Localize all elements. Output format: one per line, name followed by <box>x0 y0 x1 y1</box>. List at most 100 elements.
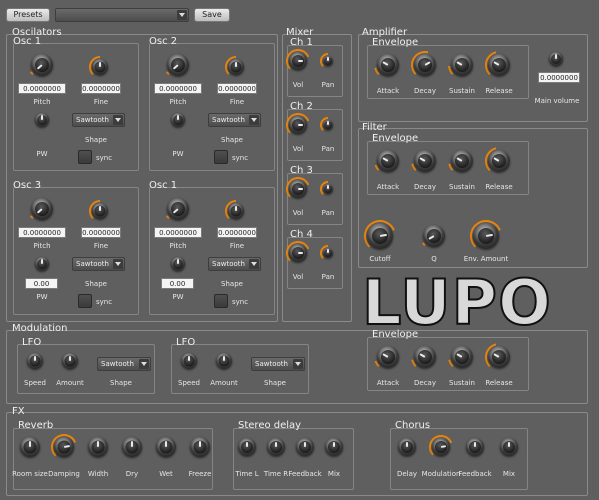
damping-knob[interactable] <box>51 434 77 460</box>
main-volume-knob[interactable] <box>546 49 566 69</box>
fine-field[interactable]: 0.0000000 <box>217 227 257 238</box>
knob-pointer <box>99 62 101 67</box>
fine-field[interactable]: 0.0000000 <box>81 83 121 94</box>
fine-knob[interactable] <box>225 200 247 222</box>
attack-knob[interactable] <box>374 51 402 79</box>
decay-knob[interactable] <box>411 343 439 371</box>
sync-checkbox[interactable] <box>214 150 228 164</box>
feedback-knob[interactable] <box>463 435 487 459</box>
lfo-title: LFO <box>176 337 196 348</box>
vol-knob[interactable] <box>286 113 310 137</box>
vol-knob[interactable] <box>286 177 310 201</box>
room-size-knob[interactable] <box>17 434 43 460</box>
release-knob[interactable] <box>485 51 513 79</box>
sustain-knob[interactable] <box>448 51 476 79</box>
lfo-shape-combo[interactable]: Sawtooth <box>251 357 305 371</box>
decay-knob[interactable] <box>411 147 439 175</box>
pitch-field[interactable]: 0.0000000 <box>18 83 66 94</box>
sustain-knob[interactable] <box>448 343 476 371</box>
mix-knob[interactable] <box>497 435 521 459</box>
decay-knob[interactable] <box>411 51 439 79</box>
preset-selector[interactable] <box>55 8 189 22</box>
q-knob[interactable] <box>420 222 448 250</box>
knob-pointer <box>235 62 237 67</box>
decay-label: Decay <box>414 379 436 387</box>
modulation-title: Modulation <box>12 323 68 334</box>
chevron-down-icon <box>293 359 303 369</box>
speed-knob[interactable] <box>24 350 46 372</box>
knob-pointer <box>41 259 43 264</box>
pitch-knob[interactable] <box>164 195 192 223</box>
cutoff-knob[interactable] <box>364 220 396 252</box>
pw-knob[interactable] <box>168 254 188 274</box>
pw-knob[interactable] <box>32 110 52 130</box>
knob-pointer <box>298 252 303 254</box>
pw-field[interactable]: 0.00 <box>161 278 194 289</box>
pitch-knob[interactable] <box>28 195 56 223</box>
pw-knob[interactable] <box>168 110 188 130</box>
shape-combo[interactable]: Sawtooth <box>72 257 125 271</box>
mix-knob[interactable] <box>322 435 346 459</box>
pitch-field[interactable]: 0.0000000 <box>18 227 66 238</box>
shape-combo[interactable]: Sawtooth <box>208 257 261 271</box>
shape-combo[interactable]: Sawtooth <box>208 113 261 127</box>
dry-knob[interactable] <box>119 434 145 460</box>
sync-checkbox[interactable] <box>78 294 92 308</box>
knob-pointer <box>333 442 335 447</box>
fine-field[interactable]: 0.0000000 <box>217 83 257 94</box>
attack-knob[interactable] <box>374 147 402 175</box>
vol-knob[interactable] <box>286 49 310 73</box>
lfo-shape-combo[interactable]: Sawtooth <box>97 357 151 371</box>
knob-pointer <box>223 356 225 361</box>
freeze-knob[interactable] <box>187 434 213 460</box>
sustain-label: Sustain <box>449 183 475 191</box>
pan-knob[interactable] <box>320 181 336 197</box>
pan-knob[interactable] <box>320 53 336 69</box>
wet-knob[interactable] <box>153 434 179 460</box>
pan-knob[interactable] <box>320 117 336 133</box>
time-r-knob[interactable] <box>264 435 288 459</box>
knob-pointer <box>69 356 71 361</box>
time-l-knob[interactable] <box>235 435 259 459</box>
release-knob[interactable] <box>485 147 513 175</box>
pan-knob[interactable] <box>320 245 336 261</box>
delay-knob[interactable] <box>395 435 419 459</box>
sync-label: sync <box>96 298 113 306</box>
env-amount-knob[interactable] <box>470 220 502 252</box>
fine-knob[interactable] <box>89 200 111 222</box>
sustain-knob[interactable] <box>448 147 476 175</box>
q-label: Q <box>431 255 437 263</box>
pitch-field[interactable]: 0.0000000 <box>154 83 202 94</box>
pitch-field[interactable]: 0.0000000 <box>154 227 202 238</box>
feedback-label: Feedback <box>458 470 492 478</box>
room-size-label: Room size <box>12 470 48 478</box>
vol-knob[interactable] <box>286 241 310 265</box>
feedback-knob[interactable] <box>293 435 317 459</box>
pan-label: Pan <box>321 273 335 281</box>
lfo-shape-label: Shape <box>264 379 286 387</box>
pitch-knob[interactable] <box>28 51 56 79</box>
fine-knob[interactable] <box>89 56 111 78</box>
fine-field[interactable]: 0.0000000 <box>81 227 121 238</box>
amount-knob[interactable] <box>213 350 235 372</box>
main-volume-field[interactable]: 0.0000000 <box>538 72 580 83</box>
attack-knob[interactable] <box>374 343 402 371</box>
sync-checkbox[interactable] <box>78 150 92 164</box>
amount-label: Amount <box>56 379 84 387</box>
fine-knob[interactable] <box>225 56 247 78</box>
amount-knob[interactable] <box>59 350 81 372</box>
pw-knob[interactable] <box>32 254 52 274</box>
shape-combo[interactable]: Sawtooth <box>72 113 125 127</box>
modulation-knob[interactable] <box>429 435 453 459</box>
speed-knob[interactable] <box>178 350 200 372</box>
presets-button[interactable]: Presets <box>6 8 50 22</box>
save-button[interactable]: Save <box>194 8 230 22</box>
pitch-knob[interactable] <box>164 51 192 79</box>
main-volume-label: Main volume <box>534 97 580 105</box>
attack-label: Attack <box>376 379 400 387</box>
sync-checkbox[interactable] <box>214 294 228 308</box>
width-knob[interactable] <box>85 434 111 460</box>
pw-field[interactable]: 0.00 <box>25 278 58 289</box>
vol-label: Vol <box>292 273 304 281</box>
release-knob[interactable] <box>485 343 513 371</box>
